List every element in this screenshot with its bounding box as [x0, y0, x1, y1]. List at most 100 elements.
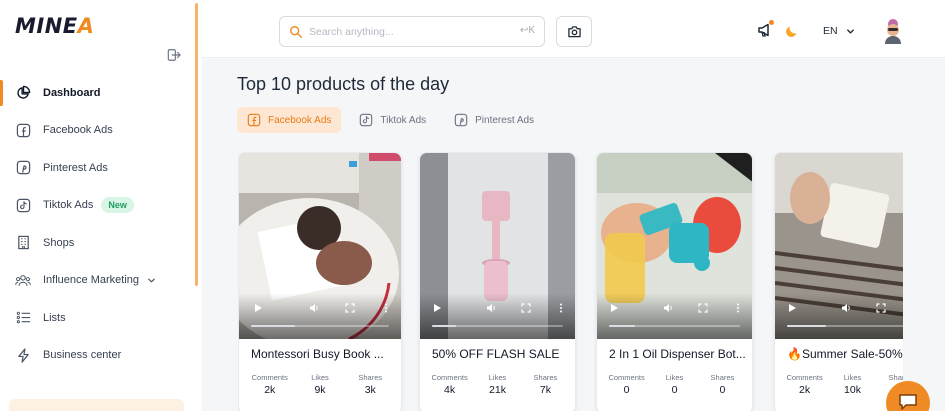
product-video[interactable] — [420, 153, 575, 339]
comments-count: 2k — [799, 384, 811, 396]
sidebar-item-label: Dashboard — [43, 86, 101, 99]
sidebar-item-tiktok-ads[interactable]: Tiktok Ads New — [0, 187, 195, 225]
comments-count: 0 — [623, 384, 630, 396]
fullscreen-icon[interactable] — [345, 303, 355, 313]
users-icon — [15, 272, 31, 288]
upgrade-panel[interactable] — [9, 399, 184, 411]
search-input[interactable] — [309, 25, 509, 38]
sidebar-item-dashboard[interactable]: Dashboard — [0, 74, 195, 112]
tiktok-icon — [360, 113, 373, 127]
play-icon[interactable] — [609, 303, 619, 313]
facebook-icon — [15, 122, 31, 138]
search-icon — [290, 25, 302, 38]
bolt-icon — [15, 347, 31, 363]
shares-label: Shares — [888, 373, 903, 382]
video-progress-bar[interactable] — [609, 325, 740, 327]
language-label: EN — [823, 25, 838, 37]
play-icon[interactable] — [253, 303, 263, 313]
volume-icon[interactable] — [486, 303, 496, 313]
more-options-icon[interactable] — [733, 303, 743, 313]
minea-logo[interactable]: MINEA — [15, 14, 94, 38]
shares-label: Shares — [710, 373, 735, 382]
fullscreen-icon[interactable] — [521, 303, 531, 313]
search-box[interactable]: ↩K — [279, 16, 545, 47]
product-title: Montessori Busy Book ... — [251, 347, 384, 361]
video-controls — [420, 295, 575, 339]
chevron-down-icon[interactable] — [147, 276, 156, 285]
fullscreen-icon[interactable] — [698, 303, 708, 313]
product-card[interactable]: 🔥Summer Sale-50% O Comments 2k Likes 10k S… — [774, 152, 903, 411]
play-icon[interactable] — [432, 303, 442, 313]
language-selector[interactable]: EN — [823, 25, 855, 37]
product-title: 🔥Summer Sale-50% O — [787, 347, 903, 361]
video-progress-bar[interactable] — [787, 325, 903, 327]
product-card[interactable]: 50% OFF FLASH SALE Comments 4k Likes 21k S… — [419, 152, 576, 411]
facebook-icon — [247, 113, 261, 127]
volume-icon[interactable] — [841, 303, 851, 313]
tiktok-icon — [15, 197, 31, 213]
more-options-icon[interactable] — [381, 303, 391, 313]
sidebar-scrollbar[interactable] — [195, 3, 198, 286]
likes-label: Likes — [665, 373, 684, 382]
likes-count: 0 — [671, 384, 678, 396]
comments-label: Comments — [431, 373, 468, 382]
shares-label: Shares — [358, 373, 383, 382]
collapse-sidebar-icon[interactable] — [167, 48, 181, 62]
pie-chart-icon — [15, 85, 31, 101]
sidebar-item-lists[interactable]: Lists — [0, 299, 195, 337]
avatar[interactable] — [883, 18, 903, 44]
tab-facebook-ads[interactable]: Facebook Ads — [237, 107, 342, 133]
likes-count: 10k — [844, 384, 861, 396]
product-stats: Comments2k Likes10k Shares2k — [781, 373, 903, 396]
image-search-button[interactable] — [556, 16, 592, 47]
list-icon — [15, 310, 31, 326]
likes-label: Likes — [311, 373, 329, 382]
product-video[interactable] — [775, 153, 903, 339]
volume-icon[interactable] — [663, 303, 673, 313]
sidebar-nav: Dashboard Facebook Ads Pinterest Ads Tik… — [0, 74, 195, 374]
comments-count: 2k — [264, 384, 276, 396]
tab-tiktok-ads[interactable]: Tiktok Ads — [349, 107, 436, 133]
sidebar-item-business-center[interactable]: Business center — [0, 337, 195, 375]
camera-icon — [567, 26, 581, 38]
sidebar-item-label: Tiktok Ads — [43, 199, 94, 212]
product-title: 2 In 1 Oil Dispenser Bot... — [609, 347, 746, 361]
tab-pinterest-ads[interactable]: Pinterest Ads — [444, 107, 544, 133]
fullscreen-icon[interactable] — [876, 303, 886, 313]
product-card[interactable]: Montessori Busy Book ... Comments 2k Like… — [238, 152, 402, 411]
pinterest-icon — [454, 113, 468, 127]
sidebar-item-facebook-ads[interactable]: Facebook Ads — [0, 112, 195, 150]
chat-icon — [899, 394, 917, 410]
play-icon[interactable] — [787, 303, 797, 313]
sidebar-item-label: Lists — [43, 311, 66, 324]
comments-label: Comments — [786, 373, 823, 382]
sidebar-item-shops[interactable]: Shops — [0, 224, 195, 262]
video-progress-bar[interactable] — [432, 325, 563, 327]
tab-label: Pinterest Ads — [475, 114, 535, 126]
new-badge: New — [101, 197, 134, 214]
product-stats: Comments 2k Likes 9k Shares 3k — [245, 373, 395, 396]
sidebar-item-label: Facebook Ads — [43, 124, 113, 137]
sidebar: MINEA Dashboard Facebook Ads Pinterest A… — [0, 0, 199, 411]
comments-count: 4k — [444, 384, 456, 396]
tab-label: Tiktok Ads — [380, 114, 427, 126]
main-content: Top 10 products of the day Facebook Ads … — [202, 59, 945, 411]
volume-icon[interactable] — [309, 303, 319, 313]
chevron-down-icon — [846, 28, 854, 34]
sidebar-item-influence-marketing[interactable]: Influence Marketing — [0, 262, 195, 300]
moon-icon[interactable] — [785, 24, 799, 38]
video-progress-bar[interactable] — [251, 325, 389, 327]
more-options-icon[interactable] — [556, 303, 566, 313]
platform-tabs: Facebook Ads Tiktok Ads Pinterest Ads — [237, 107, 544, 133]
building-icon — [15, 235, 31, 251]
pinterest-icon — [15, 160, 31, 176]
notification-dot — [769, 20, 774, 25]
sidebar-item-label: Pinterest Ads — [43, 161, 108, 174]
sidebar-item-pinterest-ads[interactable]: Pinterest Ads — [0, 149, 195, 187]
product-card[interactable]: 2 In 1 Oil Dispenser Bot... Comments 0 Li… — [596, 152, 753, 411]
product-stats: Comments 0 Likes 0 Shares 0 — [603, 373, 746, 396]
product-video[interactable] — [597, 153, 752, 339]
shares-count: 7k — [539, 384, 551, 396]
product-video[interactable] — [239, 153, 401, 339]
page-title: Top 10 products of the day — [237, 74, 450, 94]
